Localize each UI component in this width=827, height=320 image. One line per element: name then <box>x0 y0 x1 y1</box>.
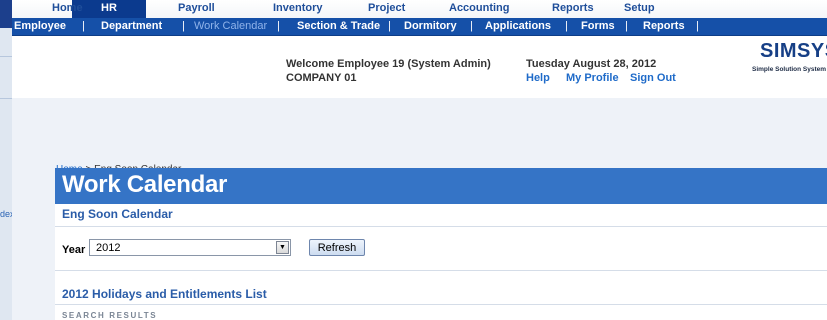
welcome-text: Welcome Employee 19 (System Admin) <box>286 58 491 70</box>
subnav-forms[interactable]: Forms <box>581 20 615 32</box>
nav-project[interactable]: Project <box>368 2 405 14</box>
sub-nav: Employee | Department | Work Calendar | … <box>12 18 827 36</box>
subnav-separator: | <box>388 20 391 32</box>
year-label: Year <box>62 244 86 256</box>
background-title-band <box>0 0 12 28</box>
subnav-section-trade[interactable]: Section & Trade <box>297 20 380 32</box>
subnav-separator: | <box>470 20 473 32</box>
nav-reports[interactable]: Reports <box>552 2 594 14</box>
nav-accounting[interactable]: Accounting <box>449 2 510 14</box>
logo-tagline: Simple Solution System <box>752 66 827 73</box>
background-divider <box>0 56 12 57</box>
subnav-separator: | <box>182 20 185 32</box>
background-divider <box>0 98 12 99</box>
background-window: dex <box>0 0 12 320</box>
background-partial-text: dex <box>0 209 12 219</box>
my-profile-link[interactable]: My Profile <box>566 72 619 84</box>
nav-home[interactable]: Home <box>52 2 83 14</box>
subnav-separator: | <box>277 20 280 32</box>
subnav-separator: | <box>565 20 568 32</box>
calendar-panel: Eng Soon Calendar Year 2012 ▼ Refresh 20… <box>55 204 827 320</box>
dropdown-arrow-icon[interactable]: ▼ <box>276 241 289 254</box>
page-title: Work Calendar <box>62 171 228 198</box>
current-date: Tuesday August 28, 2012 <box>526 58 657 70</box>
year-select-value: 2012 <box>96 242 121 254</box>
nav-setup[interactable]: Setup <box>624 2 655 14</box>
app-window: Home HR Payroll Inventory Project Accoun… <box>12 0 827 320</box>
divider <box>55 270 827 271</box>
help-link[interactable]: Help <box>526 72 550 84</box>
refresh-button[interactable]: Refresh <box>309 239 365 256</box>
subnav-separator: | <box>696 20 699 32</box>
company-logo: SIMSYS Simple Solution System <box>752 40 827 82</box>
main-nav: Home HR Payroll Inventory Project Accoun… <box>12 0 827 19</box>
divider <box>55 304 827 305</box>
page-title-bar: Work Calendar <box>55 168 827 204</box>
calendar-name: Eng Soon Calendar <box>62 207 173 221</box>
search-results-heading: SEARCH RESULTS <box>62 311 158 320</box>
nav-inventory[interactable]: Inventory <box>273 2 323 14</box>
subnav-separator: | <box>625 20 628 32</box>
sign-out-link[interactable]: Sign Out <box>630 72 676 84</box>
logo-brand: SIMSYS <box>760 40 827 62</box>
subnav-separator: | <box>82 20 85 32</box>
subnav-dormitory[interactable]: Dormitory <box>404 20 457 32</box>
nav-payroll[interactable]: Payroll <box>178 2 215 14</box>
subnav-reports[interactable]: Reports <box>643 20 685 32</box>
subnav-applications[interactable]: Applications <box>485 20 551 32</box>
divider <box>55 226 827 227</box>
holidays-list-title: 2012 Holidays and Entitlements List <box>62 287 267 301</box>
subnav-employee[interactable]: Employee <box>14 20 66 32</box>
company-name: COMPANY 01 <box>286 72 357 84</box>
nav-hr[interactable]: HR <box>101 2 117 14</box>
subnav-work-calendar[interactable]: Work Calendar <box>194 20 267 32</box>
year-select[interactable]: 2012 ▼ <box>89 239 291 256</box>
subnav-department[interactable]: Department <box>101 20 162 32</box>
